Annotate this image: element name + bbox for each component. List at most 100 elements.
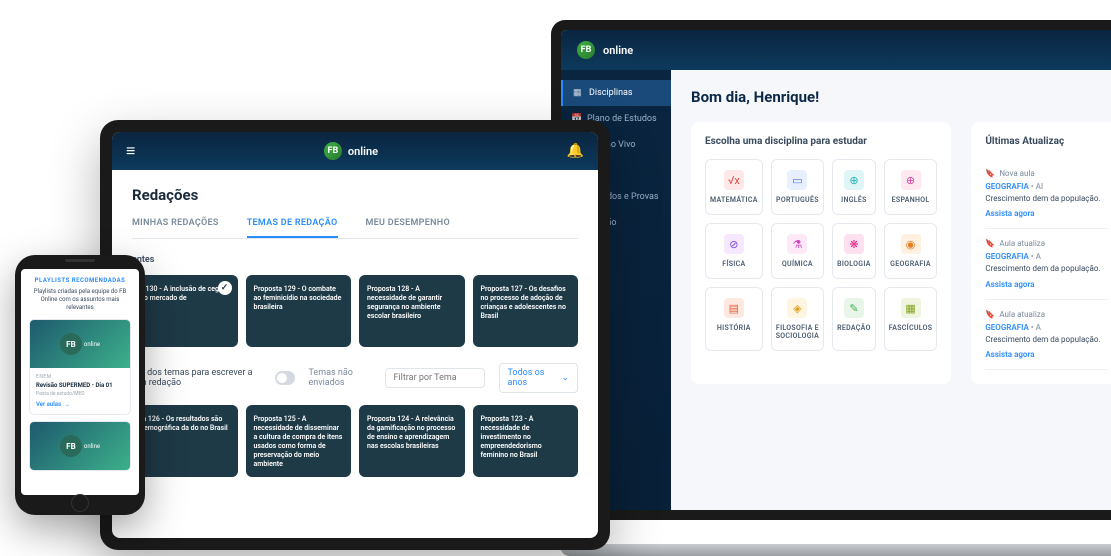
- update-subject: GEOGRAFIA • A: [985, 323, 1107, 332]
- phone-bezel: PLAYLISTS RECOMENDADAS Playlists criadas…: [15, 255, 145, 515]
- discipline-card[interactable]: ✎REDAÇÃO: [832, 287, 876, 351]
- brand-name: online: [348, 145, 378, 158]
- discipline-label: BIOLOGIA: [837, 260, 871, 268]
- proposal-card[interactable]: ta 126 - Os resultados são demográfica d…: [132, 405, 238, 477]
- discipline-card[interactable]: ◉ GEOGRAFIA: [884, 223, 938, 279]
- discipline-label: PORTUGUÊS: [776, 196, 819, 204]
- discipline-icon: ⊕: [844, 170, 864, 190]
- chevron-down-icon: ⌄: [561, 373, 569, 383]
- page-title: Redações: [132, 186, 578, 204]
- update-desc: Crescimento dem da população.: [985, 194, 1107, 204]
- update-subject: GEOGRAFIA • A: [985, 252, 1107, 261]
- sidebar-icon: ▦: [573, 88, 583, 98]
- proposal-text: Proposta 129 - O combate ao feminicídio …: [254, 285, 344, 312]
- update-desc: Crescimento dem da população.: [985, 335, 1107, 345]
- discipline-icon: ❋: [844, 234, 864, 254]
- brand-logo-icon: FB: [60, 333, 82, 355]
- proposal-card[interactable]: Proposta 123 - A necessidade de investim…: [473, 405, 579, 477]
- search-input[interactable]: [385, 368, 485, 388]
- laptop-body: ▦Disciplinas📅Plano de Estudos▷ulas ao Vi…: [561, 70, 1111, 510]
- proposal-card[interactable]: a 130 - A inclusão de cegas no mercado d…: [132, 275, 238, 347]
- playlist-card[interactable]: FB online ENEM Revisão SUPERMED - Dia 01…: [29, 319, 131, 415]
- proposal-card[interactable]: Proposta 124 - A relevância da gamificaç…: [359, 405, 465, 477]
- discipline-icon: ▭: [787, 170, 807, 190]
- playlist-meta: Pasta de estudo/MED: [36, 391, 124, 397]
- discipline-card[interactable]: √x MATEMÁTICA: [705, 159, 763, 215]
- playlist-image: FB online: [30, 320, 130, 368]
- disciplines-panel: Escolha uma disciplina para estudar √xMA…: [691, 122, 951, 384]
- laptop-topbar: FB online: [561, 30, 1111, 70]
- tab[interactable]: TEMAS DE REDAÇÃO: [247, 218, 338, 238]
- toggle-unsent[interactable]: [275, 371, 295, 385]
- tablet-device: ≡ FB online 🔔 Redações MINHAS REDAÇÕES TE…: [100, 120, 610, 550]
- proposal-text: Proposta 127 - Os desafios no processo d…: [481, 285, 571, 321]
- discipline-card[interactable]: ⚗QUÍMICA: [771, 223, 824, 279]
- update-desc: Crescimento dem da população.: [985, 264, 1107, 274]
- tablet-bezel: ≡ FB online 🔔 Redações MINHAS REDAÇÕES TE…: [100, 120, 610, 550]
- home-button[interactable]: [71, 494, 89, 512]
- update-tag: 🔖Aula atualiza: [985, 310, 1107, 319]
- playlist-link[interactable]: Ver aulas →: [36, 401, 124, 408]
- discipline-label: HISTÓRIA: [717, 324, 751, 332]
- discipline-label: FILOSOFIA E SOCIOLOGIA: [776, 324, 819, 340]
- proposal-text: ta 126 - Os resultados são demográfica d…: [140, 415, 230, 433]
- discipline-label: INGLÊS: [841, 196, 867, 204]
- discipline-card[interactable]: ▭ PORTUGUÊS: [771, 159, 824, 215]
- sidebar-item[interactable]: ▦ Disciplinas: [561, 80, 671, 106]
- discipline-card[interactable]: ▤ HISTÓRIA: [705, 287, 763, 351]
- discipline-card[interactable]: ◈FILOSOFIA E SOCIOLOGIA: [771, 287, 824, 351]
- sidebar-item-label: Disciplinas: [589, 88, 633, 98]
- playlist-card[interactable]: FB online: [29, 421, 131, 471]
- filter-row: um dos temas para escrever a sua redação…: [132, 363, 578, 393]
- discipline-icon: ◉: [901, 234, 921, 254]
- tablet-topbar: ≡ FB online 🔔: [112, 132, 598, 170]
- all-row: ta 126 - Os resultados são demográfica d…: [132, 405, 578, 477]
- discipline-icon: ▤: [724, 298, 744, 318]
- discipline-card[interactable]: ⊕ESPANHOL: [884, 159, 938, 215]
- update-link[interactable]: Assista agora: [985, 280, 1107, 289]
- year-select[interactable]: Todos os anos ⌄: [499, 363, 579, 393]
- proposal-card[interactable]: Proposta 128 - A necessidade de garantir…: [359, 275, 465, 347]
- recent-label: entes: [132, 255, 578, 265]
- playlist-body: ENEM Revisão SUPERMED - Dia 01 Pasta de …: [30, 368, 130, 414]
- discipline-icon: √x: [724, 170, 744, 190]
- disciplines-grid: √x MATEMÁTICA ▭ PORTUGUÊS ⊕ INGLÊS ⊕ESPANHOL ⊘F…: [705, 159, 937, 351]
- bell-icon[interactable]: 🔔: [567, 143, 584, 159]
- updates-title: Últimas Atualizaç: [985, 136, 1107, 147]
- update-item: 🔖Aula atualiza GEOGRAFIA • A Crescimento d…: [985, 300, 1107, 370]
- phone-heading: PLAYLISTS RECOMENDADAS: [29, 277, 131, 284]
- update-subject: GEOGRAFIA • Al: [985, 182, 1107, 191]
- discipline-label: GEOGRAFIA: [890, 260, 931, 268]
- discipline-card[interactable]: ❋ BIOLOGIA: [832, 223, 876, 279]
- brand-logo-icon: FB: [60, 435, 82, 457]
- tab[interactable]: MEU DESEMPENHO: [366, 218, 450, 238]
- brand-logo-icon: FB: [324, 142, 342, 160]
- phone-speaker: [65, 259, 95, 262]
- update-link[interactable]: Assista agora: [985, 209, 1107, 218]
- playlist-image: FB online: [30, 422, 130, 470]
- proposal-card[interactable]: Proposta 127 - Os desafios no processo d…: [473, 275, 579, 347]
- phone-device: PLAYLISTS RECOMENDADAS Playlists criadas…: [15, 255, 145, 515]
- discipline-label: FASCÍCULOS: [889, 324, 933, 332]
- proposal-card[interactable]: Proposta 129 - O combate ao feminicídio …: [246, 275, 352, 347]
- proposal-text: a 130 - A inclusão de cegas no mercado d…: [140, 285, 230, 303]
- discipline-label: MATEMÁTICA: [710, 196, 758, 204]
- discipline-card[interactable]: ⊕ INGLÊS: [832, 159, 876, 215]
- proposal-card[interactable]: Proposta 125 - A necessidade de dissemin…: [246, 405, 352, 477]
- update-link[interactable]: Assista agora: [985, 350, 1107, 359]
- proposal-text: Proposta 125 - A necessidade de dissemin…: [254, 415, 344, 470]
- update-tag: 🔖Nova aula: [985, 169, 1107, 178]
- greeting: Bom dia, Henrique!: [691, 88, 1111, 106]
- discipline-label: QUÍMICA: [782, 260, 813, 268]
- discipline-icon: ▦: [901, 298, 921, 318]
- proposal-text: Proposta 124 - A relevância da gamificaç…: [367, 415, 457, 451]
- tab[interactable]: MINHAS REDAÇÕES: [132, 218, 219, 238]
- updates-list: 🔖Nova aula GEOGRAFIA • Al Crescimento dem …: [985, 159, 1107, 370]
- discipline-card[interactable]: ▦ FASCÍCULOS: [884, 287, 938, 351]
- discipline-card[interactable]: ⊘FÍSICA: [705, 223, 763, 279]
- menu-icon[interactable]: ≡: [126, 141, 135, 161]
- discipline-label: ESPANHOL: [892, 196, 930, 204]
- discipline-icon: ✎: [844, 298, 864, 318]
- playlist-title: Revisão SUPERMED - Dia 01: [36, 382, 124, 389]
- brand-name: online: [84, 443, 100, 450]
